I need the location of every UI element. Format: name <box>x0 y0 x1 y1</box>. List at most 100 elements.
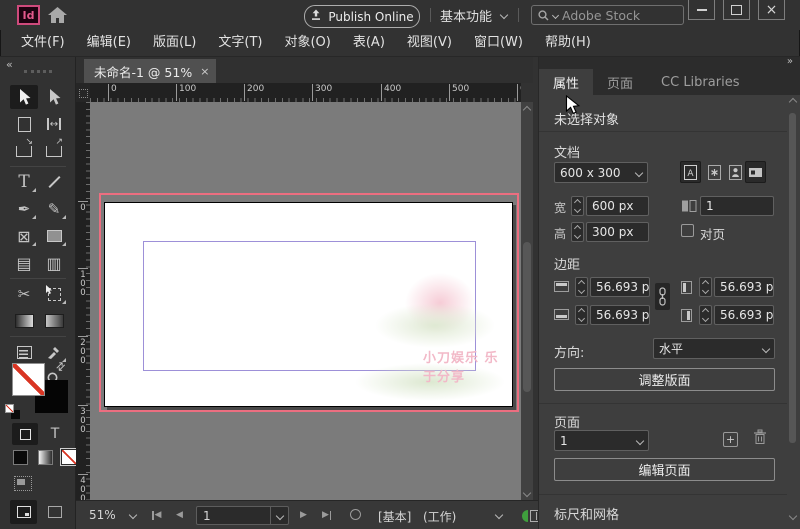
add-page-button[interactable]: + <box>723 432 738 447</box>
link-margins-button[interactable] <box>655 283 670 310</box>
menu-item-help[interactable]: 帮助(H) <box>534 30 602 56</box>
note-tool[interactable] <box>10 340 38 364</box>
preflight-icon[interactable] <box>350 509 361 520</box>
orientation-landscape-button[interactable] <box>745 161 766 183</box>
minimize-button[interactable] <box>688 0 715 20</box>
scroll-down-icon[interactable] <box>523 489 531 497</box>
search-input[interactable]: Adobe Stock <box>531 5 684 25</box>
default-fill-stroke-icon[interactable] <box>5 404 21 420</box>
margin-top-field[interactable]: 56.693 px <box>590 277 650 297</box>
view-options-icon[interactable] <box>14 476 32 491</box>
workspace-switcher[interactable]: 基本功能 <box>440 7 507 23</box>
apply-color-button[interactable] <box>13 450 28 465</box>
free-transform-tool[interactable] <box>40 282 68 306</box>
margin-left-stepper[interactable] <box>699 277 712 297</box>
scrollbar-thumb[interactable] <box>789 113 796 443</box>
preflight-dropdown-icon[interactable] <box>495 511 503 519</box>
scissors-tool[interactable]: ✂ <box>10 282 38 306</box>
margin-right-stepper[interactable] <box>699 305 712 325</box>
menu-item-window[interactable]: 窗口(W) <box>463 30 534 56</box>
menu-item-type[interactable]: 文字(T) <box>207 30 273 56</box>
pasteboard[interactable]: 小刀娱乐 乐于分享 <box>90 102 521 500</box>
page-size-preset-dropdown[interactable]: 600 x 300 <box>554 162 648 183</box>
close-button[interactable]: × <box>758 0 785 20</box>
line-tool[interactable] <box>40 170 68 194</box>
gap-tool[interactable]: ↔ <box>40 112 68 136</box>
screen-mode-normal-button[interactable] <box>10 500 37 524</box>
formatting-affects-text-button[interactable]: T <box>44 423 66 445</box>
direction-dropdown[interactable]: 水平 <box>653 338 775 359</box>
margin-left-field[interactable]: 56.693 px <box>714 277 774 297</box>
margin-top-stepper[interactable] <box>575 277 588 297</box>
gradient-feather-tool[interactable] <box>40 309 68 333</box>
edit-pages-button[interactable]: 编辑页面 <box>554 458 775 481</box>
margin-bottom-stepper[interactable] <box>575 305 588 325</box>
page-number-field[interactable]: 1 <box>196 506 289 525</box>
preset-mobile-button[interactable] <box>725 161 746 183</box>
vertical-ruler[interactable]: 0 100 200 300 400 <box>76 102 90 500</box>
preflight-profile-value[interactable]: [基本] <box>378 508 411 525</box>
menu-item-file[interactable]: 文件(F) <box>10 30 76 56</box>
preset-print-button[interactable]: A <box>680 161 701 183</box>
width-stepper[interactable] <box>571 196 584 216</box>
formatting-affects-container-button[interactable] <box>12 423 38 445</box>
apply-none-button[interactable] <box>61 449 77 465</box>
page-dropdown-icon[interactable] <box>270 507 288 524</box>
menu-item-object[interactable]: 对象(O) <box>273 30 341 56</box>
pencil-tool[interactable]: ✎ <box>40 197 68 221</box>
menu-item-edit[interactable]: 编辑(E) <box>76 30 142 56</box>
content-collector-tool[interactable]: ↘ <box>10 139 38 163</box>
ruler-origin-box[interactable] <box>76 83 90 102</box>
previous-page-button[interactable]: ◀ <box>176 510 183 520</box>
eyedropper-tool[interactable] <box>40 340 68 364</box>
facing-pages-checkbox[interactable] <box>681 224 694 237</box>
menu-item-layout[interactable]: 版面(L) <box>142 30 207 56</box>
frame-tool[interactable]: ⊠ <box>10 224 38 248</box>
scroll-down-icon[interactable] <box>789 512 797 520</box>
tab-cc-libraries[interactable]: CC Libraries <box>647 69 753 95</box>
gradient-swatch-tool[interactable] <box>10 309 38 333</box>
home-icon[interactable] <box>48 7 67 27</box>
collapse-panel-icon[interactable]: « <box>6 58 13 71</box>
rectangle-tool[interactable] <box>40 224 68 248</box>
horizontal-grid-tool[interactable]: ▤ <box>10 251 38 275</box>
scroll-up-icon[interactable] <box>523 106 531 114</box>
screen-mode-preview-button[interactable] <box>44 502 66 522</box>
type-tool[interactable]: T <box>10 170 38 194</box>
expand-panels-icon[interactable]: » <box>787 56 793 67</box>
current-page-dropdown[interactable]: 1 <box>554 430 649 451</box>
height-field[interactable]: 300 px <box>586 222 649 242</box>
margin-right-field[interactable]: 56.693 px <box>714 305 774 325</box>
height-stepper[interactable] <box>571 222 584 242</box>
width-field[interactable]: 600 px <box>586 196 649 216</box>
adjust-layout-button[interactable]: 调整版面 <box>554 368 775 391</box>
document-page[interactable]: 小刀娱乐 乐于分享 <box>104 202 513 407</box>
tab-pages[interactable]: 页面 <box>593 69 647 95</box>
panel-drag-handle[interactable] <box>24 70 52 73</box>
vertical-grid-tool[interactable]: ▥ <box>40 251 68 275</box>
last-page-button[interactable]: ▶ <box>322 510 331 520</box>
first-page-button[interactable]: ◀ <box>152 510 161 520</box>
direct-selection-tool[interactable] <box>40 85 68 109</box>
preset-web-button[interactable] <box>704 161 725 183</box>
horizontal-ruler[interactable]: 0 100 200 300 400 500 600 <box>90 83 521 102</box>
selection-tool[interactable] <box>10 85 38 109</box>
page-tool[interactable] <box>10 112 38 136</box>
panel-scrollbar[interactable] <box>788 97 797 525</box>
tab-properties[interactable]: 属性 <box>539 69 593 95</box>
delete-page-icon[interactable] <box>753 429 767 449</box>
scrollbar-thumb[interactable] <box>523 242 531 392</box>
next-page-button[interactable]: ▶ <box>300 510 307 520</box>
publish-online-button[interactable]: Publish Online <box>304 5 420 28</box>
zoom-level-value[interactable]: 51% <box>89 508 116 522</box>
fill-swatch-none[interactable] <box>12 363 45 396</box>
indesign-app-icon[interactable]: Id <box>17 5 40 25</box>
pen-tool[interactable]: ✒ <box>10 197 38 221</box>
page-count-field[interactable]: 1 <box>700 196 774 216</box>
content-placer-tool[interactable]: ↗ <box>40 139 68 163</box>
menu-item-table[interactable]: 表(A) <box>342 30 396 56</box>
zoom-dropdown-icon[interactable] <box>129 511 137 519</box>
maximize-button[interactable] <box>723 0 750 20</box>
menu-item-view[interactable]: 视图(V) <box>396 30 463 56</box>
margin-bottom-field[interactable]: 56.693 px <box>590 305 650 325</box>
